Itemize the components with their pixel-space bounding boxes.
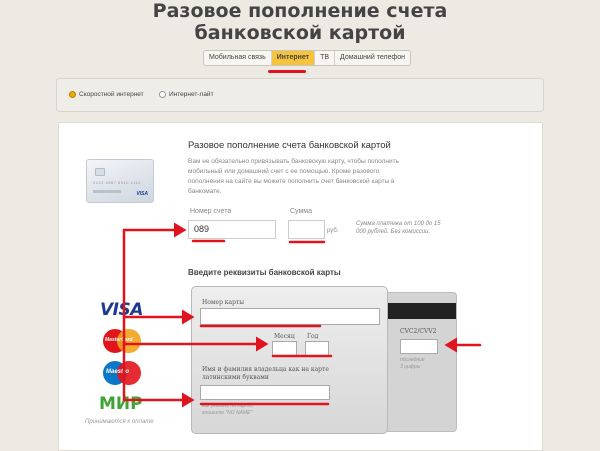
maestro-logo: Maestro [103, 361, 143, 387]
sample-card-brand: VISA [136, 191, 148, 197]
amount-hint: Сумма платежа от 100 до 15 000 рублей. Б… [356, 221, 441, 235]
amount-label: Сумма [290, 208, 312, 215]
cardholder-label-line2: латинскими буквами [202, 374, 269, 381]
maestro-logo-text: Maestro [106, 369, 130, 375]
account-number-field[interactable]: 089 [188, 220, 276, 239]
radio-selected-icon [69, 91, 76, 98]
cardholder-label: Имя и фамилия владельца как на карте лат… [202, 366, 367, 382]
cardholder-note: как указано на карте, впишите “NO NAME” [202, 403, 254, 417]
tab-mobile[interactable]: Мобильная связь [204, 51, 272, 65]
page-title-line1: Разовое пополнение счета [152, 0, 448, 22]
cardholder-name-field[interactable] [200, 385, 330, 400]
form-description: Вам не обязательно привязывать банковску… [188, 158, 399, 195]
tab-home-phone[interactable]: Домашний телефон [335, 51, 410, 65]
active-tab-highlight [268, 70, 306, 73]
card-chip-icon [95, 168, 105, 176]
year-label: Год [307, 333, 319, 340]
tab-tv[interactable]: ТВ [315, 51, 336, 65]
radio-unselected-icon [159, 91, 166, 98]
cardholder-note-line1: как указано на карте, [202, 403, 254, 409]
internet-type-selector: Скоростной интернет Интернет-лайт [56, 78, 544, 112]
cardholder-note-line2: впишите “NO NAME” [202, 410, 253, 416]
radio-fast-internet-label: Скоростной интернет [79, 91, 144, 98]
radio-internet-lite-label: Интернет-лайт [169, 91, 214, 98]
cvc-label: CVC2/CVV2 [400, 328, 437, 335]
bank-card-illustration: 0123 4567 8910 1112 VISA [86, 159, 154, 203]
month-field[interactable] [272, 341, 297, 356]
cvc-field[interactable] [400, 339, 438, 354]
cvc-note-line2: 3 цифры [400, 364, 421, 370]
service-tabs: Мобильная связь Интернет ТВ Домашний тел… [203, 50, 411, 66]
radio-internet-lite[interactable]: Интернет-лайт [159, 91, 214, 98]
year-field[interactable] [305, 341, 329, 356]
visa-logo: VISA [100, 300, 143, 320]
radio-fast-internet[interactable]: Скоростной интернет [69, 91, 144, 98]
page-title-line2: банковской картой [194, 22, 406, 44]
cvc-note: последние 3 цифры [400, 357, 425, 371]
page-title: Разовое пополнение счета банковской карт… [0, 0, 600, 44]
cardholder-label-line1: Имя и фамилия владельца как на карте [202, 366, 329, 373]
sample-card-number: 0123 4567 8910 1112 [93, 180, 141, 185]
form-heading: Разовое пополнение счета банковской карт… [188, 140, 391, 151]
mir-logo: МИР [99, 394, 143, 414]
card-name-bar [93, 190, 121, 193]
month-label: Месяц [274, 333, 295, 340]
currency-label: руб. [327, 228, 339, 234]
mastercard-logo-text: MasterCard [105, 337, 133, 343]
amount-field[interactable] [288, 220, 325, 239]
mastercard-logo: MasterCard [103, 329, 143, 355]
account-number-label: Номер счета [190, 208, 232, 215]
accepted-cards-caption: Принимаются к оплате [85, 419, 154, 425]
tab-internet[interactable]: Интернет [271, 51, 316, 65]
card-number-label: Номер карты [202, 299, 245, 306]
cvc-note-line1: последние [400, 357, 425, 363]
card-section-title: Введите реквизиты банковской карты [188, 268, 341, 277]
card-number-field[interactable] [200, 308, 380, 325]
